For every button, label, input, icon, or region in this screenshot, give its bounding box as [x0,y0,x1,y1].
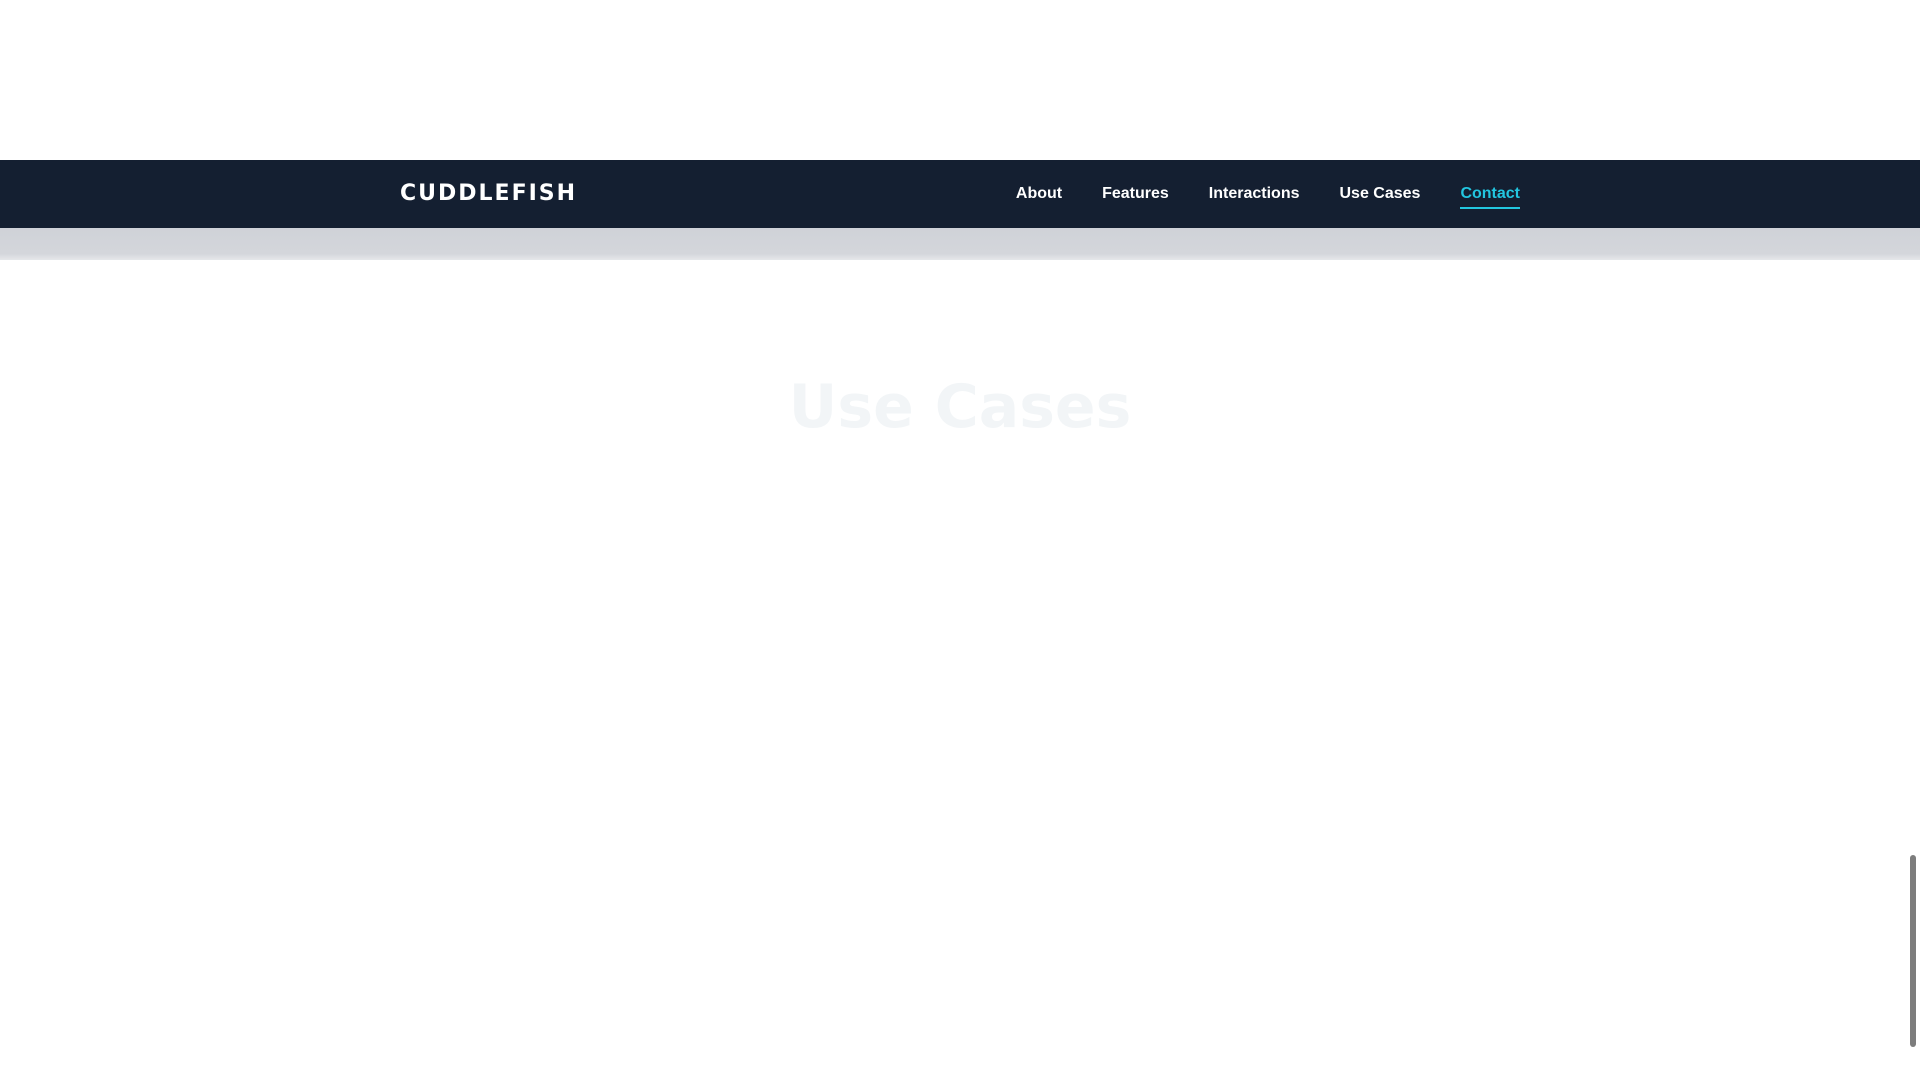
main-nav: About Features Interactions Use Cases Co… [1016,160,1520,228]
page: CUDDLEFISH About Features Interactions U… [0,0,1920,1080]
nav-link-contact[interactable]: Contact [1460,181,1520,209]
nav-link-interactions[interactable]: Interactions [1209,181,1300,207]
nav-link-about[interactable]: About [1016,181,1062,207]
nav-link-features[interactable]: Features [1102,181,1169,207]
scrollbar-thumb[interactable] [1910,855,1916,1047]
nav-link-use-cases[interactable]: Use Cases [1339,181,1420,207]
brand-logo[interactable]: CUDDLEFISH [400,160,577,228]
vertical-scrollbar[interactable] [1904,0,1920,1080]
navbar-shadow-band [0,228,1920,260]
section-title: Use Cases [788,372,1132,442]
top-navbar: CUDDLEFISH About Features Interactions U… [0,160,1920,228]
